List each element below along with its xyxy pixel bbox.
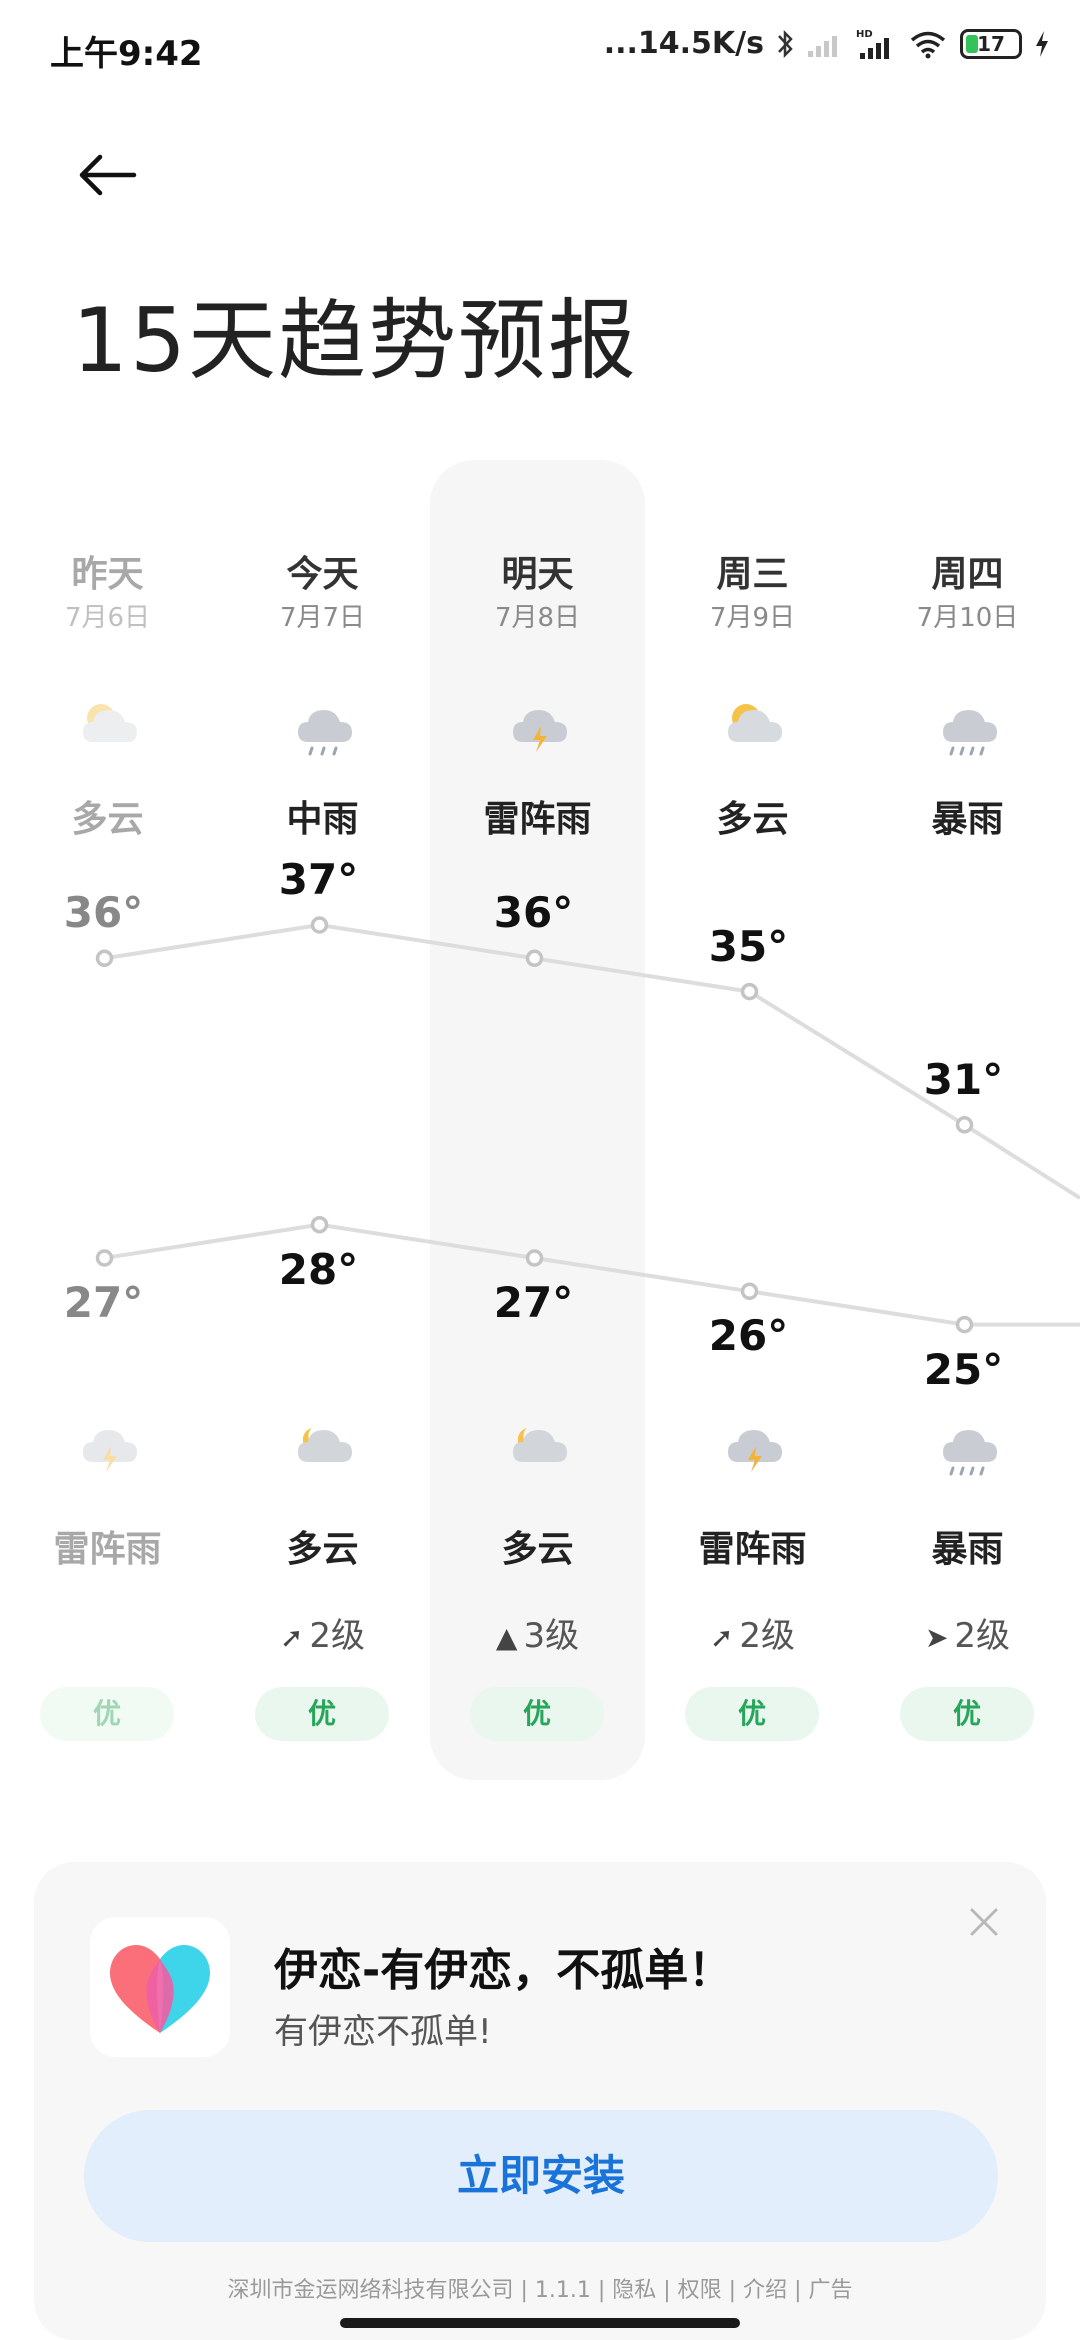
low-temp-label: 25° [923,1344,1004,1394]
page-title: 15天趋势预报 [72,289,638,392]
day-name: 周三 [716,554,789,595]
day-name: 周四 [931,554,1004,595]
temperature-point [955,1315,974,1334]
low-temp-label: 28° [278,1244,359,1294]
wind-text: 2级 [954,1616,1011,1656]
status-bar: 上午9:42 ...14.5K/s HD 17 [0,0,1080,100]
night-condition: 雷阵雨 [698,1529,807,1570]
aqi-badge: 优 [470,1687,604,1741]
wind-text: 2级 [739,1616,796,1656]
day-name: 昨天 [71,554,144,595]
net-speed: ...14.5K/s [603,26,764,61]
high-temp-label: 36° [63,888,144,938]
night-condition: 多云 [501,1529,574,1570]
day-date: 7月8日 [494,603,581,633]
low-temp-label: 27° [63,1278,144,1327]
day-condition: 多云 [71,799,144,840]
wind-text: 3级 [523,1616,580,1656]
cloudy-night-icon [290,1410,360,1480]
day-date: 7月7日 [279,603,366,633]
wind-level: ➚ 2级 [215,1608,430,1657]
heart-logo-icon [110,1945,210,2033]
temperature-point [310,1215,329,1234]
thunderstorm-icon [505,690,575,760]
temperature-point [955,1116,974,1134]
low-temp-label: 26° [708,1311,789,1361]
day-condition: 暴雨 [931,799,1004,840]
heavy-rain-icon [935,1410,1005,1480]
partly-cloudy-icon [75,690,145,760]
day-condition: 中雨 [286,799,359,840]
wind-direction-icon: ➤ [924,1621,949,1654]
temperature-point [310,916,329,934]
app-logo [90,1917,230,2057]
day-name: 今天 [286,554,359,595]
day-condition: 多云 [716,799,789,840]
temperature-point [740,982,759,1001]
signal-hd-icon: HD [856,29,889,59]
day-date: 7月6日 [64,603,151,633]
high-temp-label: 37° [278,855,359,904]
wind-level: ➤ 2级 [860,1608,1075,1657]
wifi-icon [910,31,946,58]
back-arrow-icon[interactable] [72,140,142,210]
svg-text:HD: HD [856,29,873,40]
day-date: 7月9日 [709,603,796,633]
temperature-point [95,1249,114,1267]
signal-weak-icon [808,35,837,57]
battery-level: 17 [977,31,1005,56]
wind-level: ▲ 3级 [430,1608,645,1657]
high-temp-label: 31° [923,1054,1004,1104]
night-condition: 暴雨 [931,1529,1004,1570]
heavy-rain-icon [935,690,1005,760]
cloudy-night-icon [505,1410,575,1480]
temperature-point [95,949,114,968]
aqi-badge: 优 [40,1687,174,1741]
thunderstorm-icon [75,1410,145,1480]
high-temp-label: 36° [493,888,574,938]
day-name: 明天 [501,554,574,595]
ad-title: 伊恋-有伊恋，不孤单！ [274,1945,733,1996]
ad-footer: 深圳市金运网络科技有限公司 | 1.1.1 | 隐私 | 权限 | 介绍 | 广… [227,2278,853,2303]
battery-icon: 17 [960,28,1022,59]
wind-direction-icon: ▲ [495,1621,518,1654]
aqi-badge: 优 [255,1687,389,1741]
aqi-badge: 优 [900,1687,1034,1741]
status-time: 上午9:42 [50,34,203,74]
ad-subtitle: 有伊恋不孤单! [274,2012,492,2052]
status-icons: ...14.5K/s HD 17 [604,26,1050,61]
rain-icon [290,690,360,760]
bluetooth-icon [778,29,793,58]
install-button[interactable]: 立即安装 [84,2110,998,2242]
ad-card[interactable]: 伊恋-有伊恋，不孤单！ 有伊恋不孤单! 立即安装 深圳市金运网络科技有限公司 |… [34,1862,1046,2340]
night-condition: 多云 [286,1529,359,1570]
low-temp-label: 27° [493,1278,574,1327]
aqi-badge: 优 [685,1687,819,1741]
home-indicator[interactable] [340,2318,740,2328]
wind-level: ➚ 2级 [645,1608,860,1657]
partly-cloudy-icon [720,690,790,760]
thunderstorm-icon [720,1410,790,1480]
night-condition: 雷阵雨 [53,1529,162,1570]
wind-text: 2级 [309,1616,366,1656]
wind-direction-icon: ➚ [279,1621,304,1654]
temperature-point [740,1282,759,1301]
selected-day-highlight [430,460,645,1780]
close-icon[interactable] [966,1904,1002,1940]
day-condition: 雷阵雨 [483,799,592,840]
charging-icon [1036,30,1048,57]
wind-direction-icon: ➚ [709,1621,734,1654]
high-temp-label: 35° [708,921,789,971]
day-date: 7月10日 [916,603,1019,633]
